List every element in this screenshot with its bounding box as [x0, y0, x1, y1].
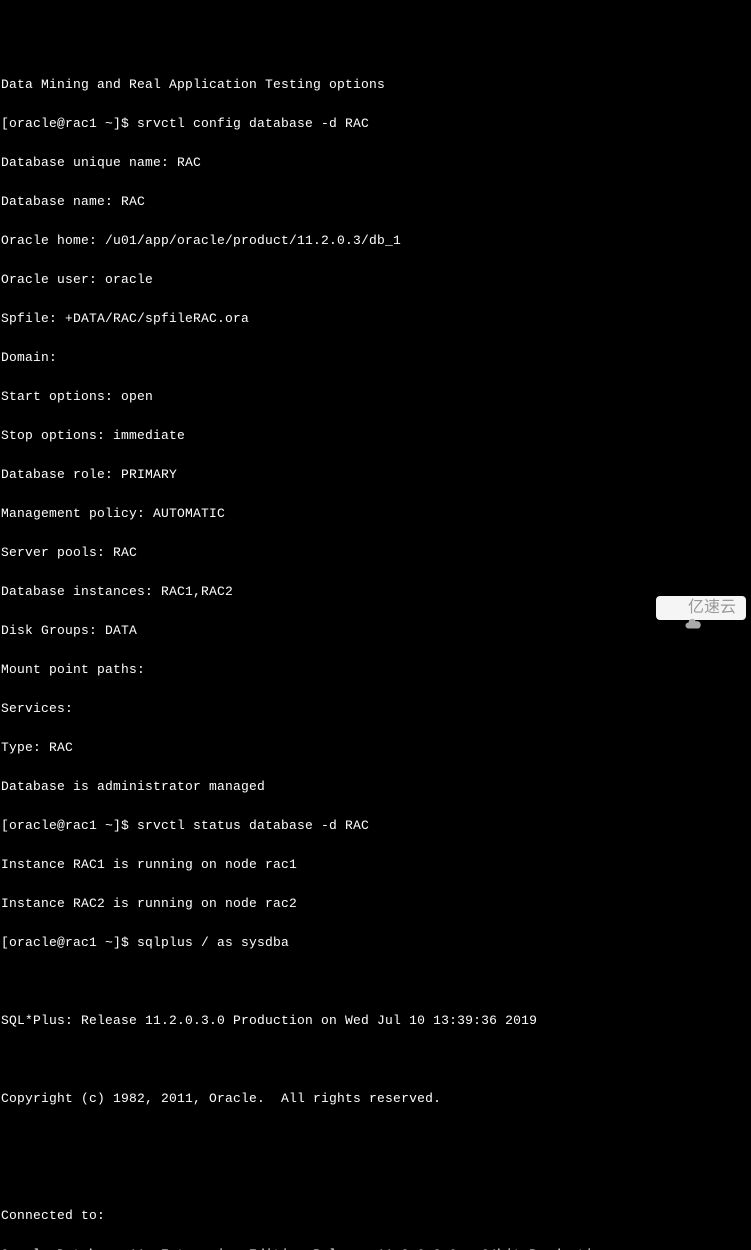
- terminal-line: Copyright (c) 1982, 2011, Oracle. All ri…: [1, 1092, 750, 1105]
- terminal-line: Instance RAC1 is running on node rac1: [1, 858, 750, 871]
- cloud-icon: [666, 599, 684, 617]
- terminal-line: Domain:: [1, 351, 750, 364]
- terminal-line: Management policy: AUTOMATIC: [1, 507, 750, 520]
- terminal-line: Data Mining and Real Application Testing…: [1, 78, 750, 91]
- terminal-output[interactable]: Data Mining and Real Application Testing…: [0, 52, 751, 1250]
- terminal-line: Start options: open: [1, 390, 750, 403]
- terminal-line: Disk Groups: DATA: [1, 624, 750, 637]
- terminal-line: Instance RAC2 is running on node rac2: [1, 897, 750, 910]
- terminal-line: Database unique name: RAC: [1, 156, 750, 169]
- terminal-line: Stop options: immediate: [1, 429, 750, 442]
- terminal-line: [1, 975, 750, 988]
- terminal-line: Database is administrator managed: [1, 780, 750, 793]
- terminal-line: [oracle@rac1 ~]$ srvctl status database …: [1, 819, 750, 832]
- watermark-text: 亿速云: [688, 600, 736, 616]
- terminal-line: Oracle home: /u01/app/oracle/product/11.…: [1, 234, 750, 247]
- terminal-line: Spfile: +DATA/RAC/spfileRAC.ora: [1, 312, 750, 325]
- terminal-line: [1, 1053, 750, 1066]
- terminal-line: Services:: [1, 702, 750, 715]
- terminal-line: [oracle@rac1 ~]$ srvctl config database …: [1, 117, 750, 130]
- terminal-line: [oracle@rac1 ~]$ sqlplus / as sysdba: [1, 936, 750, 949]
- terminal-line: [1, 1170, 750, 1183]
- terminal-line: Database name: RAC: [1, 195, 750, 208]
- terminal-line: Connected to:: [1, 1209, 750, 1222]
- terminal-line: Database instances: RAC1,RAC2: [1, 585, 750, 598]
- terminal-line: Database role: PRIMARY: [1, 468, 750, 481]
- watermark-badge: 亿速云: [656, 596, 746, 620]
- terminal-line: Oracle Database 11g Enterprise Edition R…: [1, 1248, 750, 1250]
- terminal-line: Server pools: RAC: [1, 546, 750, 559]
- terminal-line: Type: RAC: [1, 741, 750, 754]
- terminal-line: SQL*Plus: Release 11.2.0.3.0 Production …: [1, 1014, 750, 1027]
- terminal-line: [1, 1131, 750, 1144]
- terminal-line: Oracle user: oracle: [1, 273, 750, 286]
- terminal-line: Mount point paths:: [1, 663, 750, 676]
